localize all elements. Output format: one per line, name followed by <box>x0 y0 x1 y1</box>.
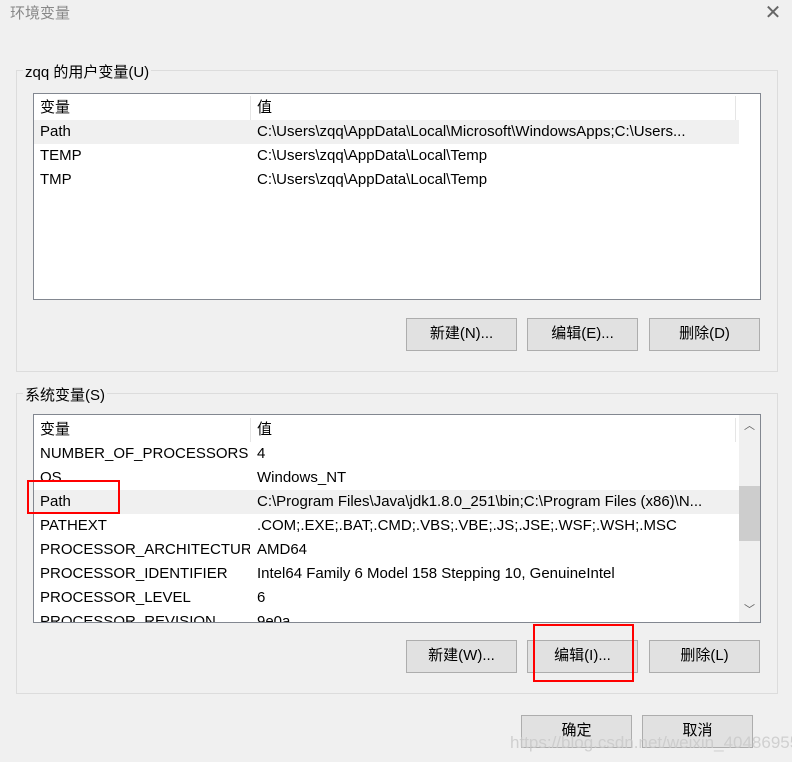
col-header-value[interactable]: 值 <box>257 418 736 442</box>
user-vars-label: zqq 的用户变量(U) <box>23 61 152 82</box>
var-value: AMD64 <box>257 541 308 558</box>
var-value: Windows_NT <box>257 469 347 486</box>
var-name: PROCESSOR_LEVEL <box>40 589 191 606</box>
var-name: TMP <box>40 171 72 188</box>
scroll-down-icon[interactable]: ﹀ <box>744 601 755 617</box>
system-new-button[interactable]: 新建(W)... <box>406 640 517 673</box>
var-value: 6 <box>257 589 266 606</box>
system-delete-button[interactable]: 删除(L) <box>649 640 760 673</box>
table-row[interactable]: PROCESSOR_IDENTIFIER Intel64 Family 6 Mod… <box>34 562 739 586</box>
table-row[interactable]: NUMBER_OF_PROCESSORS 4 <box>34 442 739 466</box>
var-value: C:\Users\zqq\AppData\Local\Temp <box>257 147 488 164</box>
var-name: Path <box>40 123 71 140</box>
var-value: C:\Users\zqq\AppData\Local\Microsoft\Win… <box>257 123 686 140</box>
var-value: 4 <box>257 445 266 462</box>
highlight-box-path <box>27 480 120 514</box>
col-header-name[interactable]: 变量 <box>40 96 251 120</box>
table-row[interactable]: TEMP C:\Users\zqq\AppData\Local\Temp <box>34 144 739 168</box>
var-name: PROCESSOR_REVISION <box>40 613 216 623</box>
var-value: Intel64 Family 6 Model 158 Stepping 10, … <box>257 565 615 582</box>
table-row[interactable]: PROCESSOR_LEVEL 6 <box>34 586 739 610</box>
var-value: C:\Users\zqq\AppData\Local\Temp <box>257 171 488 188</box>
table-row[interactable]: PATHEXT .COM;.EXE;.BAT;.CMD;.VBS;.VBE;.JS… <box>34 514 739 538</box>
table-row[interactable]: PROCESSOR_ARCHITECTURE AMD64 <box>34 538 739 562</box>
scrollbar[interactable]: ︿ ﹀ <box>739 415 760 622</box>
system-vars-label: 系统变量(S) <box>23 384 107 405</box>
table-row[interactable]: Path C:\Program Files\Java\jdk1.8.0_251\b… <box>34 490 739 514</box>
scrollbar-thumb[interactable] <box>739 486 760 541</box>
var-value: .COM;.EXE;.BAT;.CMD;.VBS;.VBE;.JS;.JSE;.… <box>257 517 677 534</box>
table-row[interactable]: TMP C:\Users\zqq\AppData\Local\Temp <box>34 168 739 192</box>
scroll-up-icon[interactable]: ︿ <box>744 417 755 433</box>
table-row[interactable]: OS Windows_NT <box>34 466 739 490</box>
var-value: 9e0a <box>257 613 291 623</box>
user-delete-button[interactable]: 删除(D) <box>649 318 760 351</box>
var-name: TEMP <box>40 147 82 164</box>
var-name: PROCESSOR_IDENTIFIER <box>40 565 228 582</box>
var-name: PATHEXT <box>40 517 107 534</box>
table-row[interactable]: PROCESSOR_REVISION 9e0a <box>34 610 739 623</box>
window-title: 环境变量 <box>10 5 71 22</box>
col-header-name[interactable]: 变量 <box>40 418 251 442</box>
var-name: NUMBER_OF_PROCESSORS <box>40 445 249 462</box>
var-name: PROCESSOR_ARCHITECTURE <box>40 541 250 558</box>
system-vars-list[interactable]: 变量 值 NUMBER_OF_PROCESSORS 4 OS Windows_NT … <box>33 414 761 623</box>
user-edit-button[interactable]: 编辑(E)... <box>527 318 638 351</box>
table-row[interactable]: Path C:\Users\zqq\AppData\Local\Microsoft… <box>34 120 739 144</box>
close-icon[interactable]: ✕ <box>762 0 784 25</box>
highlight-box-edit <box>533 624 634 682</box>
col-header-value[interactable]: 值 <box>257 96 736 120</box>
user-new-button[interactable]: 新建(N)... <box>406 318 517 351</box>
watermark: https://blog.csdn.net/weixin_40486955 <box>510 733 792 752</box>
var-value: C:\Program Files\Java\jdk1.8.0_251\bin;C… <box>257 493 703 510</box>
user-vars-list[interactable]: 变量 值 Path C:\Users\zqq\AppData\Local\Micr… <box>33 93 761 300</box>
